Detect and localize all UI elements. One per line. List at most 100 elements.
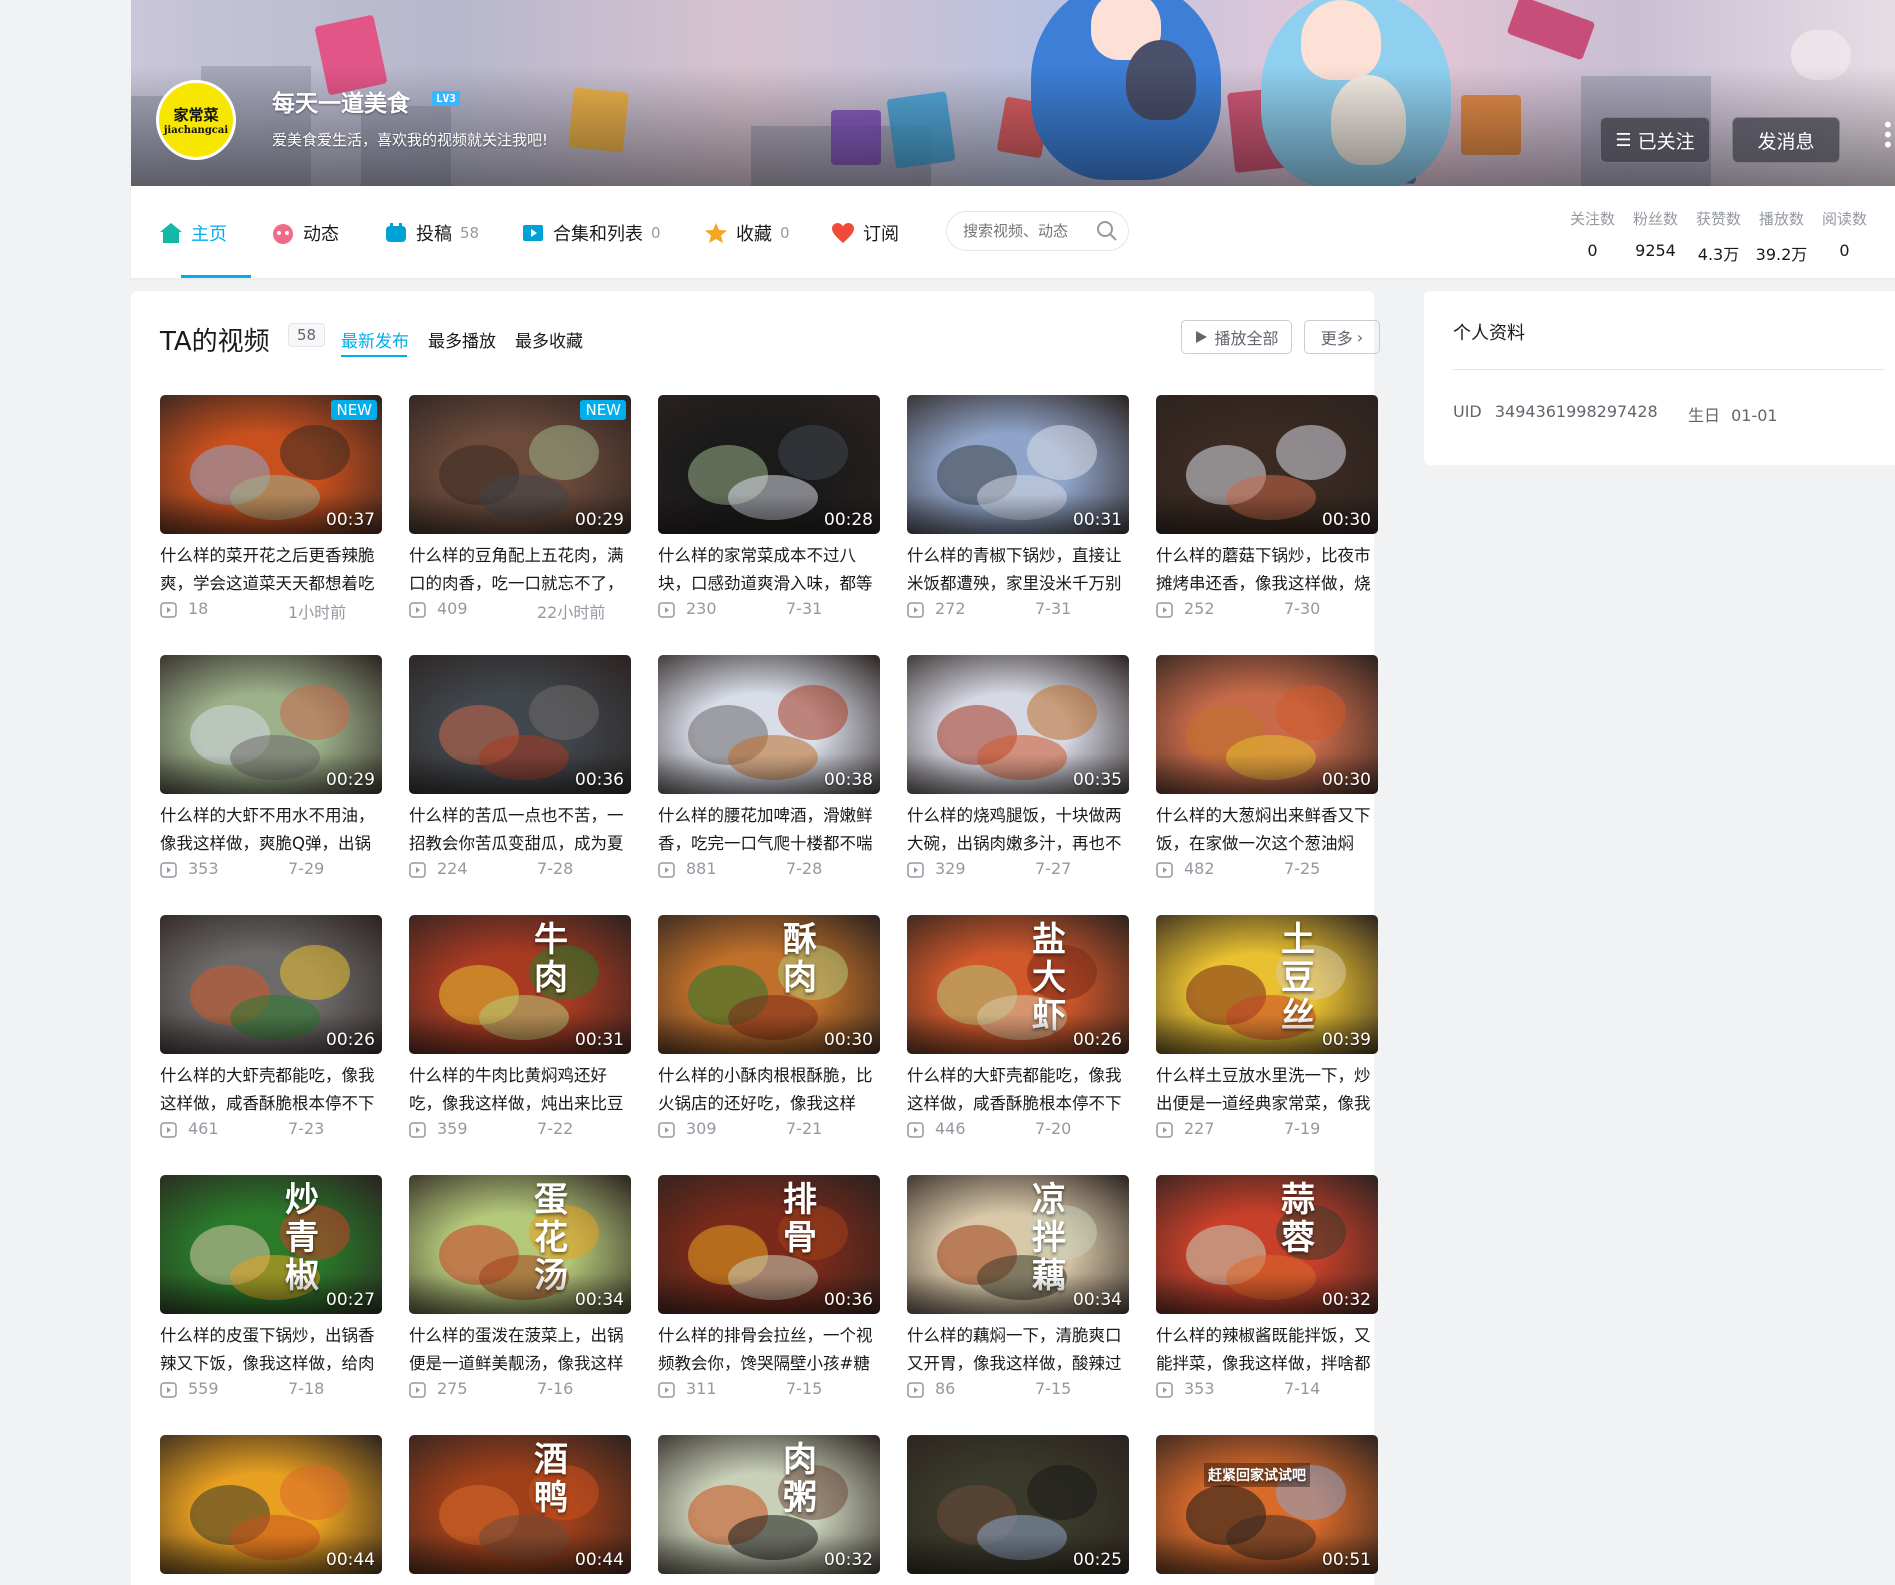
more-videos-button[interactable]: 更多 ›: [1304, 320, 1380, 354]
nav-tab-home[interactable]: 主页: [159, 218, 227, 248]
video-title[interactable]: 什么样的烧鸡腿饭，十块做两大碗，出锅肉嫩多汁，再也不: [907, 802, 1129, 858]
collection-icon: [523, 225, 543, 241]
video-title[interactable]: 什么样土豆放水里洗一下，炒出便是一道经典家常菜，像我: [1156, 1062, 1378, 1118]
play-count: 461: [188, 1119, 219, 1138]
video-card[interactable]: 00:30 什么样的蘑菇下锅炒，比夜市摊烤串还香，像我这样做，烧 252 7-30: [1156, 395, 1378, 623]
video-title[interactable]: 什么样的藕焖一下，清脆爽口又开胃，像我这样做，酸辣过: [907, 1322, 1129, 1378]
video-card[interactable]: 排骨 00:36 什么样的排骨会拉丝，一个视频教会你，馋哭隔壁小孩#糖 311 7-15: [658, 1175, 880, 1403]
video-thumbnail[interactable]: 00:30: [1156, 655, 1378, 794]
play-all-button[interactable]: 播放全部: [1181, 320, 1292, 354]
video-card[interactable]: NEW 00:37 什么样的菜开花之后更香辣脆爽，学会这道菜天天都想着吃 18 1小时前: [160, 395, 382, 623]
video-thumbnail[interactable]: 00:36: [409, 655, 631, 794]
video-title[interactable]: 什么样的小酥肉根根酥脆，比火锅店的还好吃，像我这样: [658, 1062, 880, 1118]
video-thumbnail[interactable]: 蛋花汤00:34: [409, 1175, 631, 1314]
video-title[interactable]: 什么样的苦瓜一点也不苦，一招教会你苦瓜变甜瓜，成为夏: [409, 802, 631, 858]
video-thumbnail[interactable]: 赶紧回家试试吧 00:51: [1156, 1435, 1378, 1574]
more-options-icon[interactable]: • • •: [1882, 115, 1894, 155]
video-thumbnail[interactable]: 00:30: [1156, 395, 1378, 534]
video-search-box[interactable]: [946, 211, 1129, 251]
stat-following[interactable]: 关注数 0: [1561, 208, 1624, 265]
video-card[interactable]: 赶紧回家试试吧 00:51: [1156, 1435, 1378, 1574]
nav-tab-subscriptions[interactable]: 订阅: [831, 218, 899, 248]
video-card[interactable]: 蛋花汤00:34 什么样的蛋泼在菠菜上，出锅便是一道鲜美靓汤，像我这样275 7-1…: [409, 1175, 631, 1403]
video-thumbnail[interactable]: 00:29: [160, 655, 382, 794]
avatar-subtext: jiachangcai: [163, 125, 229, 136]
video-thumbnail[interactable]: 排骨 00:36: [658, 1175, 880, 1314]
play-count: 309: [686, 1119, 717, 1138]
video-card[interactable]: 00:44: [160, 1435, 382, 1574]
video-card[interactable]: NEW 00:29 什么样的豆角配上五花肉，满口的肉香，吃一口就忘不了， 409 22小…: [409, 395, 631, 623]
stat-followers[interactable]: 粉丝数 9254: [1624, 208, 1687, 265]
video-thumbnail[interactable]: 00:31: [907, 395, 1129, 534]
video-title[interactable]: 什么样的豆角配上五花肉，满口的肉香，吃一口就忘不了，: [409, 542, 631, 598]
video-title[interactable]: 什么样的牛肉比黄焖鸡还好吃，像我这样做，炖出来比豆: [409, 1062, 631, 1118]
video-search-input[interactable]: [961, 221, 1095, 241]
video-title[interactable]: 什么样的青椒下锅炒，直接让米饭都遭殃，家里没米千万别: [907, 542, 1129, 598]
video-meta: 559 7-18: [160, 1379, 382, 1403]
nav-tab-uploads[interactable]: 投稿 58: [384, 218, 479, 248]
nav-tab-dynamic[interactable]: 动态: [271, 218, 339, 248]
avatar[interactable]: 家常菜 jiachangcai: [156, 80, 236, 160]
section-title[interactable]: TA的视频: [160, 321, 270, 358]
video-card[interactable]: 00:38 什么样的腰花加啤酒，滑嫩鲜香，吃完一口气爬十楼都不喘 881 7-28: [658, 655, 880, 883]
video-thumbnail[interactable]: 盐大虾00:26: [907, 915, 1129, 1054]
video-card[interactable]: 炒青椒00:27 什么样的皮蛋下锅炒，出锅香辣又下饭，像我这样做，给肉559 7-1…: [160, 1175, 382, 1403]
video-title[interactable]: 什么样的皮蛋下锅炒，出锅香辣又下饭，像我这样做，给肉: [160, 1322, 382, 1378]
followed-button[interactable]: ☰ 已关注: [1600, 117, 1710, 163]
video-thumbnail[interactable]: 牛肉 00:31: [409, 915, 631, 1054]
video-card[interactable]: 00:30 什么样的大葱焖出来鲜香又下饭，在家做一次这个葱油焖 482 7-25: [1156, 655, 1378, 883]
video-thumbnail[interactable]: 00:44: [160, 1435, 382, 1574]
video-card[interactable]: 00:29 什么样的大虾不用水不用油，像我这样做，爽脆Q弹，出锅 353 7-29: [160, 655, 382, 883]
video-thumbnail[interactable]: 土豆丝00:39: [1156, 915, 1378, 1054]
play-count-icon: [160, 602, 177, 618]
video-card[interactable]: 肉粥 00:32: [658, 1435, 880, 1574]
video-title[interactable]: 什么样的大虾不用水不用油，像我这样做，爽脆Q弹，出锅: [160, 802, 382, 858]
video-thumbnail[interactable]: 肉粥 00:32: [658, 1435, 880, 1574]
video-thumbnail[interactable]: 酒鸭 00:44: [409, 1435, 631, 1574]
video-thumbnail[interactable]: 酥肉 00:30: [658, 915, 880, 1054]
video-card[interactable]: 00:26 什么样的大虾壳都能吃，像我这样做，咸香酥脆根本停不下 461 7-23: [160, 915, 382, 1143]
video-thumbnail[interactable]: 凉拌藕00:34: [907, 1175, 1129, 1314]
video-title[interactable]: 什么样的大虾壳都能吃，像我这样做，咸香酥脆根本停不下: [907, 1062, 1129, 1118]
video-thumbnail[interactable]: 00:35: [907, 655, 1129, 794]
video-card[interactable]: 酥肉 00:30 什么样的小酥肉根根酥脆，比火锅店的还好吃，像我这样 309 7-21: [658, 915, 880, 1143]
video-card[interactable]: 00:25: [907, 1435, 1129, 1574]
video-title[interactable]: 什么样的大葱焖出来鲜香又下饭，在家做一次这个葱油焖: [1156, 802, 1378, 858]
sort-tab-most-favorited[interactable]: 最多收藏: [515, 327, 583, 352]
username[interactable]: 每天一道美食: [272, 84, 410, 118]
video-card[interactable]: 00:36 什么样的苦瓜一点也不苦，一招教会你苦瓜变甜瓜，成为夏 224 7-28: [409, 655, 631, 883]
video-title[interactable]: 什么样的蘑菇下锅炒，比夜市摊烤串还香，像我这样做，烧: [1156, 542, 1378, 598]
nav-tab-collections[interactable]: 合集和列表 0: [521, 218, 661, 248]
video-card[interactable]: 00:35 什么样的烧鸡腿饭，十块做两大碗，出锅肉嫩多汁，再也不 329 7-27: [907, 655, 1129, 883]
video-title[interactable]: 什么样的家常菜成本不过八块，口感劲道爽滑入味，都等: [658, 542, 880, 598]
video-card[interactable]: 00:28 什么样的家常菜成本不过八块，口感劲道爽滑入味，都等 230 7-31: [658, 395, 880, 623]
video-thumbnail[interactable]: 00:28: [658, 395, 880, 534]
video-title[interactable]: 什么样的排骨会拉丝，一个视频教会你，馋哭隔壁小孩#糖: [658, 1322, 880, 1378]
video-title[interactable]: 什么样的腰花加啤酒，滑嫩鲜香，吃完一口气爬十楼都不喘: [658, 802, 880, 858]
video-thumbnail[interactable]: 00:38: [658, 655, 880, 794]
stat-value: 9254: [1635, 241, 1676, 260]
video-thumbnail[interactable]: NEW 00:29: [409, 395, 631, 534]
video-card[interactable]: 凉拌藕00:34 什么样的藕焖一下，清脆爽口又开胃，像我这样做，酸辣过86 7-15: [907, 1175, 1129, 1403]
video-thumbnail[interactable]: 蒜蓉 00:32: [1156, 1175, 1378, 1314]
video-title[interactable]: 什么样的辣椒酱既能拌饭，又能拌菜，像我这样做，拌啥都: [1156, 1322, 1378, 1378]
play-count: 446: [935, 1119, 966, 1138]
video-title[interactable]: 什么样的大虾壳都能吃，像我这样做，咸香酥脆根本停不下: [160, 1062, 382, 1118]
nav-tab-favorites[interactable]: 收藏 0: [704, 218, 790, 248]
video-card[interactable]: 蒜蓉 00:32 什么样的辣椒酱既能拌饭，又能拌菜，像我这样做，拌啥都 353 7-14: [1156, 1175, 1378, 1403]
video-thumbnail[interactable]: 00:26: [160, 915, 382, 1054]
video-card[interactable]: 00:31 什么样的青椒下锅炒，直接让米饭都遭殃，家里没米千万别 272 7-31: [907, 395, 1129, 623]
video-title[interactable]: 什么样的菜开花之后更香辣脆爽，学会这道菜天天都想着吃: [160, 542, 382, 598]
video-card[interactable]: 牛肉 00:31 什么样的牛肉比黄焖鸡还好吃，像我这样做，炖出来比豆 359 7-22: [409, 915, 631, 1143]
send-message-button[interactable]: 发消息: [1732, 117, 1840, 163]
video-thumbnail[interactable]: 00:25: [907, 1435, 1129, 1574]
video-card[interactable]: 土豆丝00:39 什么样土豆放水里洗一下，炒出便是一道经典家常菜，像我227 7-1…: [1156, 915, 1378, 1143]
video-thumbnail[interactable]: NEW 00:37: [160, 395, 382, 534]
search-icon[interactable]: [1096, 220, 1118, 242]
video-thumbnail[interactable]: 炒青椒00:27: [160, 1175, 382, 1314]
sort-tab-most-played[interactable]: 最多播放: [428, 327, 496, 352]
video-card[interactable]: 盐大虾00:26 什么样的大虾壳都能吃，像我这样做，咸香酥脆根本停不下446 7-2…: [907, 915, 1129, 1143]
sort-tab-latest[interactable]: 最新发布: [341, 327, 409, 352]
video-title[interactable]: 什么样的蛋泼在菠菜上，出锅便是一道鲜美靓汤，像我这样: [409, 1322, 631, 1378]
video-card[interactable]: 酒鸭 00:44: [409, 1435, 631, 1574]
